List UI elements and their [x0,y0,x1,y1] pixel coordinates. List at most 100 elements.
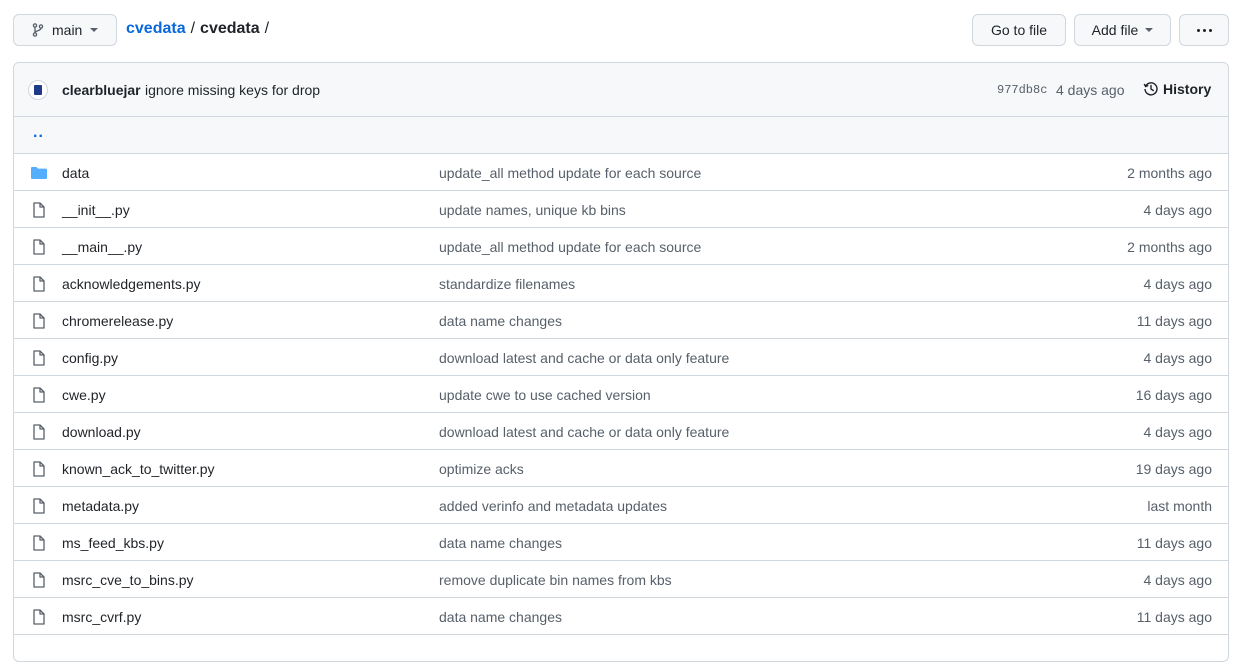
row-icon [30,572,48,588]
file-name-link[interactable]: data [62,165,89,181]
breadcrumb-separator: / [190,20,196,37]
commit-age: 16 days ago [1135,387,1212,403]
commit-age: 4 days ago [1143,424,1213,440]
commit-age: 4 days ago [1143,350,1213,366]
row-icon [30,165,48,181]
commit-message-link[interactable]: data name changes [439,313,562,329]
file-name-link[interactable]: cwe.py [62,387,106,403]
table-row[interactable]: msrc_cvrf.py data name changes 11 days ago [14,598,1228,635]
file-name-link[interactable]: chromerelease.py [62,313,173,329]
commit-message-link[interactable]: data name changes [439,609,562,625]
kebab-horizontal-icon [1196,28,1212,32]
table-row[interactable]: download.py download latest and cache or … [14,413,1228,450]
commit-age: 11 days ago [1136,535,1212,551]
file-name-link[interactable]: config.py [62,350,118,366]
table-row[interactable]: config.py download latest and cache or da… [14,339,1228,376]
file-icon [33,424,45,440]
file-icon [33,535,45,551]
git-branch-icon [32,23,44,37]
commit-sha[interactable]: 977db8c [997,83,1047,97]
avatar[interactable] [28,80,48,100]
table-row[interactable]: data update_all method update for each so… [14,154,1228,191]
commit-message-link[interactable]: remove duplicate bin names from kbs [439,572,672,588]
history-label: History [1163,81,1212,97]
add-file-label: Add file [1091,22,1139,38]
table-row[interactable]: msrc_cve_to_bins.py remove duplicate bin … [14,561,1228,598]
file-list: data update_all method update for each so… [14,154,1228,635]
commit-age: 11 days ago [1136,609,1212,625]
breadcrumb: cvedata / cvedata / [126,20,274,38]
file-icon [33,609,45,625]
history-link[interactable]: History [1143,81,1211,97]
row-icon [30,313,48,329]
commit-message-link[interactable]: download latest and cache or data only f… [439,424,729,440]
file-name-link[interactable]: metadata.py [62,498,139,514]
commit-age: 4 days ago [1143,572,1213,588]
table-row[interactable]: cwe.py update cwe to use cached version 16… [14,376,1228,413]
commit-message[interactable]: ignore missing keys for drop [145,82,320,98]
file-icon [33,313,45,329]
file-name-link[interactable]: msrc_cvrf.py [62,609,141,625]
file-name-link[interactable]: msrc_cve_to_bins.py [62,572,194,588]
row-icon [30,239,48,255]
breadcrumb-current-folder: cvedata [200,20,260,37]
file-name-link[interactable]: acknowledgements.py [62,276,201,292]
parent-directory-row[interactable]: .. [14,117,1228,154]
commit-age: 4 days ago [1143,276,1213,292]
repo-header: main cvedata / cvedata / Go to file Add … [0,0,1240,62]
table-row[interactable]: metadata.py added verinfo and metadata up… [14,487,1228,524]
file-icon [33,239,45,255]
row-icon [30,350,48,366]
table-row[interactable]: __init__.py update names, unique kb bins 4… [14,191,1228,228]
more-options-button[interactable] [1179,14,1229,46]
commit-author[interactable]: clearbluejar [62,82,141,98]
branch-name: main [52,22,83,38]
commit-message-link[interactable]: optimize acks [439,461,524,477]
file-icon [33,572,45,588]
commit-age: 4 days ago [1143,202,1213,218]
commit-age: 11 days ago [1136,313,1212,329]
file-icon [33,387,45,403]
commit-message-link[interactable]: update names, unique kb bins [439,202,626,218]
breadcrumb-trailing-separator: / [264,20,270,37]
row-icon [30,202,48,218]
table-row[interactable]: ms_feed_kbs.py data name changes 11 days a… [14,524,1228,561]
row-icon [30,424,48,440]
row-icon [30,461,48,477]
commit-age: last month [1147,498,1212,514]
parent-directory-link[interactable]: .. [33,124,44,142]
file-name-link[interactable]: __main__.py [62,239,142,255]
table-row[interactable]: __main__.py update_all method update for … [14,228,1228,265]
add-file-button[interactable]: Add file [1074,14,1171,46]
table-row[interactable]: acknowledgements.py standardize filenames… [14,265,1228,302]
commit-message-link[interactable]: standardize filenames [439,276,575,292]
file-name-link[interactable]: ms_feed_kbs.py [62,535,164,551]
file-name-link[interactable]: known_ack_to_twitter.py [62,461,215,477]
breadcrumb-repo-link[interactable]: cvedata [126,20,186,38]
table-row[interactable]: chromerelease.py data name changes 11 days… [14,302,1228,339]
chevron-down-icon [1145,28,1154,32]
commit-message-link[interactable]: update_all method update for each source [439,239,701,255]
row-icon [30,609,48,625]
commit-message-link[interactable]: data name changes [439,535,562,551]
commit-message-link[interactable]: download latest and cache or data only f… [439,350,729,366]
latest-commit-bar: clearbluejar ignore missing keys for dro… [14,63,1228,117]
file-icon [33,276,45,292]
go-to-file-button[interactable]: Go to file [972,14,1066,46]
commit-message-link[interactable]: update_all method update for each source [439,165,701,181]
file-icon [33,350,45,366]
file-name-link[interactable]: __init__.py [62,202,130,218]
history-icon [1143,82,1158,96]
commit-age: 2 months ago [1127,165,1212,181]
commit-message-link[interactable]: added verinfo and metadata updates [439,498,667,514]
commit-message-link[interactable]: update cwe to use cached version [439,387,651,403]
branch-selector-button[interactable]: main [13,14,117,46]
row-icon [30,535,48,551]
chevron-down-icon [90,28,99,32]
file-browser: clearbluejar ignore missing keys for dro… [13,62,1229,662]
file-name-link[interactable]: download.py [62,424,141,440]
row-icon [30,498,48,514]
table-row[interactable]: known_ack_to_twitter.py optimize acks 19 d… [14,450,1228,487]
folder-icon [31,167,47,179]
file-icon [33,498,45,514]
